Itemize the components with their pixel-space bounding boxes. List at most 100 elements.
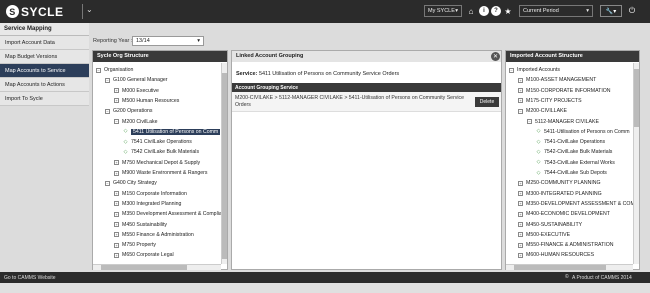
tree-node[interactable]: + M600-HUMAN RESOURCES xyxy=(518,251,594,259)
expand-icon[interactable]: + xyxy=(114,222,119,227)
tree-node[interactable]: + M300-INTEGRATED PLANNING xyxy=(518,190,602,198)
expand-icon[interactable]: + xyxy=(114,252,119,258)
collapse-icon[interactable]: − xyxy=(527,119,532,124)
collapse-icon[interactable]: − xyxy=(105,77,110,83)
settings-button[interactable]: 🔧▾ xyxy=(600,5,622,17)
expand-icon[interactable]: + xyxy=(518,98,523,104)
collapse-icon[interactable]: − xyxy=(105,108,110,114)
tree-node[interactable]: + M350 Development Assessment & Complian xyxy=(114,210,221,218)
expand-icon[interactable]: + xyxy=(114,160,119,166)
expand-icon[interactable]: + xyxy=(518,88,523,94)
tree-node[interactable]: − G100 General Manager xyxy=(105,76,168,84)
expand-icon[interactable]: + xyxy=(114,201,119,207)
tree-node[interactable]: ◇ 7541 CivilLake Operations xyxy=(123,138,192,146)
chevron-down-icon[interactable]: ⌄ xyxy=(86,5,93,14)
org-scroll-thumb[interactable] xyxy=(222,73,227,259)
nav-item[interactable]: Import To Sycle xyxy=(0,92,89,106)
tree-node[interactable]: ◇ 7542-CivilLake Bulk Materials xyxy=(536,148,613,156)
reporting-year-select[interactable]: 13/14 ▾ xyxy=(132,36,204,46)
power-icon[interactable]: ⏻ xyxy=(627,6,637,16)
collapse-icon[interactable]: − xyxy=(518,108,523,114)
tree-node[interactable]: ◇ 5411 Utilisation of Persons on Comm xyxy=(123,128,221,136)
tree-node[interactable]: ◇ 7542 CivilLake Bulk Materials xyxy=(123,148,199,156)
imported-vertical-scrollbar[interactable] xyxy=(633,63,639,264)
expand-icon[interactable]: + xyxy=(518,180,523,186)
expand-icon[interactable]: + xyxy=(518,77,523,83)
tree-node[interactable]: ◇ 5411-Utilisation of Persons on Comm xyxy=(536,128,630,136)
tree-node[interactable]: + M000 Executive xyxy=(114,87,159,95)
tree-node[interactable]: ◇ 7544-CivilLake Sub Depots xyxy=(536,169,607,177)
tree-node[interactable]: − Imported Accounts xyxy=(509,66,560,74)
tree-node[interactable]: + M300 Integrated Planning xyxy=(114,200,181,208)
tree-node[interactable]: + M500-EXECUTIVE xyxy=(518,231,570,239)
delete-button[interactable]: Delete xyxy=(475,97,499,107)
expand-icon[interactable]: + xyxy=(518,252,523,258)
org-hscroll-thumb[interactable] xyxy=(101,265,187,270)
tree-node[interactable]: + M400-ECONOMIC DEVELOPMENT xyxy=(518,210,610,218)
tree-node[interactable]: − M200 CivilLake xyxy=(114,118,157,126)
expand-icon[interactable]: + xyxy=(114,211,119,217)
tree-node[interactable]: + M250-COMMUNITY PLANNING xyxy=(518,179,601,187)
tree-node[interactable]: −5112-MANAGER CIVILAKE xyxy=(527,118,599,126)
expand-icon[interactable]: + xyxy=(518,232,523,238)
tree-node[interactable]: − G400 City Strategy xyxy=(105,179,157,187)
help-icon[interactable]: ? xyxy=(491,6,501,16)
tree-node[interactable]: ◇ 7543-CivilLake External Works xyxy=(536,159,615,167)
star-icon[interactable]: ★ xyxy=(503,6,513,16)
home-icon[interactable]: ⌂ xyxy=(466,6,476,16)
tree-node[interactable]: + M750 Property xyxy=(114,241,156,249)
tree-node[interactable]: + M900 Waste Environment & Rangers xyxy=(114,169,207,177)
expand-icon[interactable]: + xyxy=(114,232,119,238)
window-bottom-strip xyxy=(0,283,650,293)
collapse-icon[interactable]: − xyxy=(105,180,110,186)
expand-icon[interactable]: + xyxy=(114,88,119,94)
expand-icon[interactable]: + xyxy=(114,242,119,248)
cycle-select[interactable]: My SYCLE ▾ xyxy=(424,5,462,17)
tree-node[interactable]: − Organisation xyxy=(96,66,133,74)
expand-icon[interactable]: + xyxy=(114,191,119,197)
nav-item[interactable]: Map Accounts to Actions xyxy=(0,78,89,92)
tree-node[interactable]: + M550-FINANCE & ADMINISTRATION xyxy=(518,241,614,249)
expand-icon[interactable]: + xyxy=(518,222,523,227)
tree-node[interactable]: − G200 Operations xyxy=(105,107,153,115)
nav-item[interactable]: Map Accounts to Service xyxy=(0,64,89,78)
tree-node[interactable]: + M550 Finance & Administration xyxy=(114,231,194,239)
leaf-node-icon: ◇ xyxy=(536,169,541,176)
collapse-icon[interactable]: − xyxy=(96,67,101,73)
period-select[interactable]: Current Period ▾ xyxy=(519,5,593,17)
org-horizontal-scrollbar[interactable] xyxy=(93,264,221,270)
tree-node-label: M250-COMMUNITY PLANNING xyxy=(526,180,601,187)
org-vertical-scrollbar[interactable] xyxy=(221,63,227,264)
camms-website-link[interactable]: Go to CAMMS Website xyxy=(4,275,56,281)
expand-icon[interactable]: + xyxy=(114,170,119,176)
tree-node[interactable]: ◇ 7541-CivilLake Operations xyxy=(536,138,606,146)
info-icon[interactable]: i xyxy=(479,6,489,16)
imported-horizontal-scrollbar[interactable] xyxy=(506,264,633,270)
expand-icon[interactable]: + xyxy=(518,242,523,248)
imported-scroll-thumb[interactable] xyxy=(634,69,639,127)
collapse-icon[interactable]: − xyxy=(114,119,119,124)
sycle-logo[interactable]: S SYCLE xyxy=(6,4,64,19)
tree-node[interactable]: + M500 Human Resources xyxy=(114,97,179,105)
tree-node[interactable]: − M200-CIVILLAKE xyxy=(518,107,567,115)
close-icon[interactable]: ✕ xyxy=(491,52,500,61)
imported-hscroll-thumb[interactable] xyxy=(514,265,606,270)
tree-node[interactable]: + M450 Sustainability xyxy=(114,221,167,229)
tree-node[interactable]: + M175-CITY PROJECTS xyxy=(518,97,582,105)
tree-node[interactable]: + M750 Mechanical Depot & Supply xyxy=(114,159,200,167)
tree-node[interactable]: + M150 Corporate Information xyxy=(114,190,187,198)
nav-item[interactable]: Map Budget Versions xyxy=(0,50,89,64)
tree-node[interactable]: + M450-SUSTAINABILITY xyxy=(518,221,582,229)
nav-item[interactable]: Import Account Data xyxy=(0,36,89,50)
left-nav: Import Account Data Map Budget Versions Ma… xyxy=(0,36,89,270)
tree-node[interactable]: + M650 Corporate Legal xyxy=(114,251,174,259)
collapse-icon[interactable]: − xyxy=(509,67,514,73)
tree-node[interactable]: + M350-DEVELOPMENT ASSESSMENT & COMP xyxy=(518,200,633,208)
expand-icon[interactable]: + xyxy=(114,98,119,104)
expand-icon[interactable]: + xyxy=(518,211,523,217)
expand-icon[interactable]: + xyxy=(518,191,523,197)
tree-node[interactable]: + M100-ASSET MANAGEMENT xyxy=(518,76,596,84)
footer-copyright: A Product of CAMMS 2014 xyxy=(572,275,632,281)
tree-node[interactable]: + M150-CORPORATE INFORMATION xyxy=(518,87,611,95)
expand-icon[interactable]: + xyxy=(518,201,523,207)
